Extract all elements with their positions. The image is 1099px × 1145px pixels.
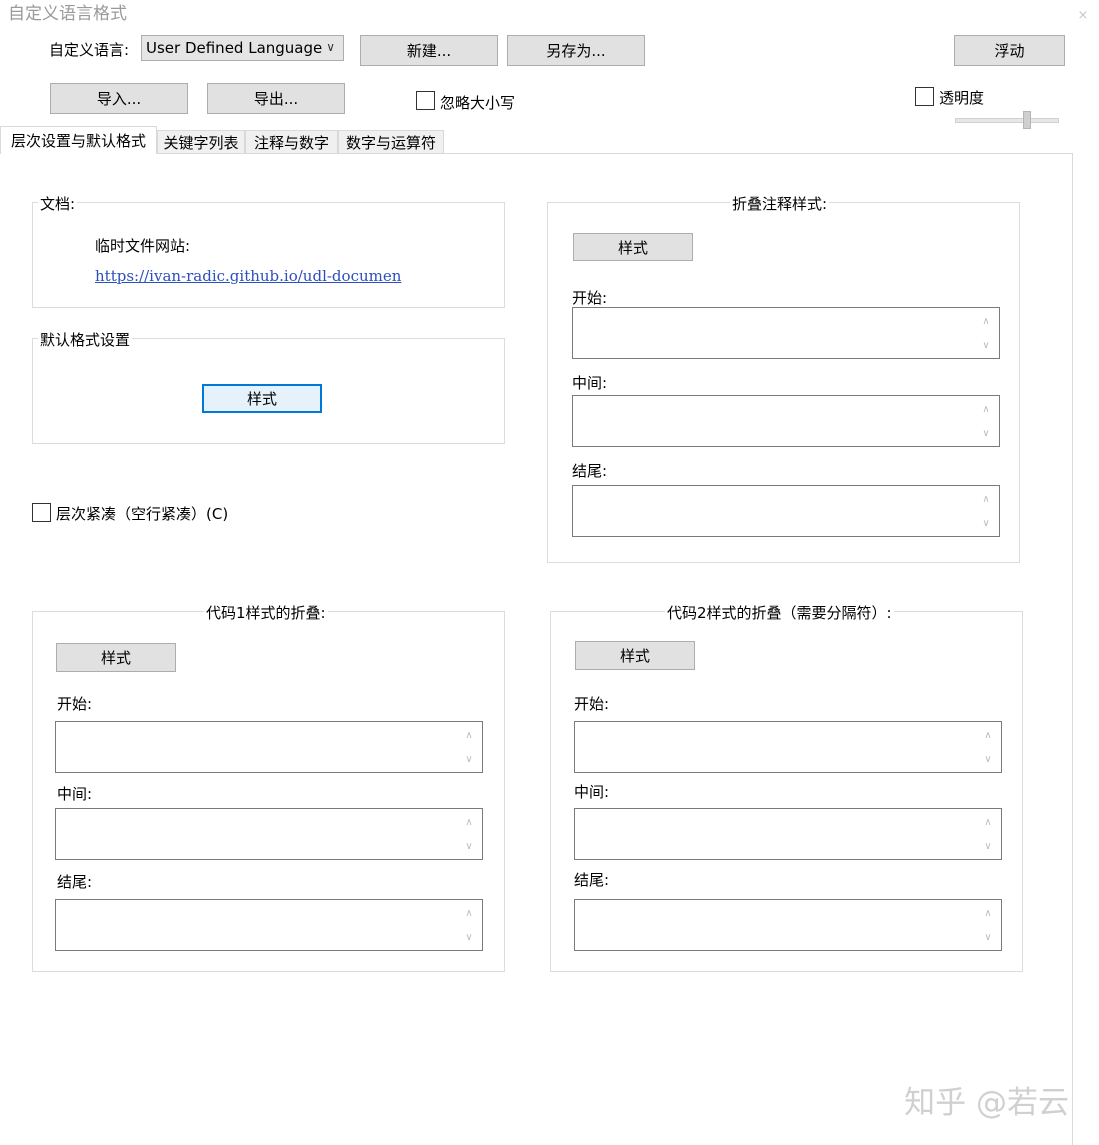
fold-comment-open-label: 开始: xyxy=(572,289,608,307)
fold-code1-legend: 代码1样式的折叠: xyxy=(204,602,328,623)
chevron-up-icon[interactable]: ∧ xyxy=(456,810,482,834)
export-button[interactable]: 导出... xyxy=(207,83,345,114)
chevron-down-icon[interactable]: ∨ xyxy=(975,834,1001,858)
save-as-button[interactable]: 另存为... xyxy=(507,35,645,66)
fold-code2-middle-field[interactable]: ∧ ∨ xyxy=(574,808,1002,860)
chevron-down-icon[interactable]: ∨ xyxy=(973,333,999,357)
transparency-slider-track[interactable] xyxy=(955,118,1059,123)
scrollbar[interactable]: ∧ ∨ xyxy=(973,486,999,536)
chevron-down-icon: ∨ xyxy=(326,40,335,54)
fold-code1-close-field[interactable]: ∧ ∨ xyxy=(55,899,483,951)
chevron-down-icon[interactable]: ∨ xyxy=(456,747,482,771)
import-button[interactable]: 导入... xyxy=(50,83,188,114)
language-label: 自定义语言: xyxy=(49,41,130,59)
chevron-up-icon[interactable]: ∧ xyxy=(973,309,999,333)
chevron-up-icon[interactable]: ∧ xyxy=(456,723,482,747)
documentation-link[interactable]: https://ivan-radic.github.io/udl-documen xyxy=(95,267,401,285)
language-select[interactable]: User Defined Language ∨ xyxy=(141,35,344,61)
transparency-label: 透明度 xyxy=(939,89,985,107)
chevron-down-icon[interactable]: ∨ xyxy=(975,747,1001,771)
fold-comment-close-label: 结尾: xyxy=(572,462,608,480)
transparency-checkbox[interactable] xyxy=(915,87,934,106)
chevron-up-icon[interactable]: ∧ xyxy=(975,810,1001,834)
fold-code2-close-field[interactable]: ∧ ∨ xyxy=(574,899,1002,951)
fold-code1-middle-field[interactable]: ∧ ∨ xyxy=(55,808,483,860)
dock-button[interactable]: 浮动 xyxy=(954,35,1065,66)
fold-code1-open-field[interactable]: ∧ ∨ xyxy=(55,721,483,773)
fold-code2-open-field[interactable]: ∧ ∨ xyxy=(574,721,1002,773)
tab-comment-number[interactable]: 注释与数字 xyxy=(245,130,338,154)
chevron-up-icon[interactable]: ∧ xyxy=(975,901,1001,925)
window-title: 自定义语言格式 xyxy=(8,4,127,24)
fold-code1-style-button[interactable]: 样式 xyxy=(56,643,176,672)
default-style-legend: 默认格式设置 xyxy=(38,329,133,350)
scrollbar[interactable]: ∧ ∨ xyxy=(973,308,999,358)
fold-code1-middle-label: 中间: xyxy=(57,785,93,803)
chevron-up-icon[interactable]: ∧ xyxy=(973,397,999,421)
ignore-case-checkbox[interactable] xyxy=(416,91,435,110)
fold-comment-middle-field[interactable]: ∧ ∨ xyxy=(572,395,1000,447)
fold-code2-close-label: 结尾: xyxy=(574,871,610,889)
close-icon[interactable]: × xyxy=(1071,3,1095,27)
chevron-down-icon[interactable]: ∨ xyxy=(456,834,482,858)
fold-comment-close-field[interactable]: ∧ ∨ xyxy=(572,485,1000,537)
chevron-down-icon[interactable]: ∨ xyxy=(456,925,482,949)
chevron-down-icon[interactable]: ∨ xyxy=(973,511,999,535)
scrollbar[interactable]: ∧ ∨ xyxy=(975,900,1001,950)
chevron-up-icon[interactable]: ∧ xyxy=(975,723,1001,747)
fold-code2-style-button[interactable]: 样式 xyxy=(575,641,695,670)
scrollbar[interactable]: ∧ ∨ xyxy=(456,722,482,772)
new-button[interactable]: 新建... xyxy=(360,35,498,66)
chevron-down-icon[interactable]: ∨ xyxy=(975,925,1001,949)
fold-code2-middle-label: 中间: xyxy=(574,783,610,801)
scrollbar[interactable]: ∧ ∨ xyxy=(973,396,999,446)
chevron-up-icon[interactable]: ∧ xyxy=(973,487,999,511)
scrollbar[interactable]: ∧ ∨ xyxy=(975,722,1001,772)
compact-label: 层次紧凑（空行紧凑）(C) xyxy=(56,505,229,523)
fold-comment-middle-label: 中间: xyxy=(572,374,608,392)
tab-keywords[interactable]: 关键字列表 xyxy=(157,130,245,154)
fold-comment-open-field[interactable]: ∧ ∨ xyxy=(572,307,1000,359)
scrollbar[interactable]: ∧ ∨ xyxy=(456,809,482,859)
transparency-slider-thumb[interactable] xyxy=(1023,111,1031,129)
tab-folder-default[interactable]: 层次设置与默认格式 xyxy=(0,126,157,154)
fold-code2-open-label: 开始: xyxy=(574,695,610,713)
scrollbar[interactable]: ∧ ∨ xyxy=(975,809,1001,859)
compact-checkbox[interactable] xyxy=(32,503,51,522)
fold-code1-open-label: 开始: xyxy=(57,695,93,713)
tab-operators[interactable]: 数字与运算符 xyxy=(338,130,444,154)
fold-code2-legend: 代码2样式的折叠（需要分隔符）: xyxy=(665,602,894,623)
chevron-down-icon[interactable]: ∨ xyxy=(973,421,999,445)
default-style-button[interactable]: 样式 xyxy=(202,384,322,413)
watermark: 知乎 @若云 xyxy=(904,1085,1069,1121)
fold-code1-close-label: 结尾: xyxy=(57,873,93,891)
documentation-legend: 文档: xyxy=(38,193,78,214)
ignore-case-label: 忽略大小写 xyxy=(440,94,516,112)
temp-site-label: 临时文件网站: xyxy=(95,237,191,255)
fold-comment-legend: 折叠注释样式: xyxy=(730,193,830,214)
fold-comment-style-button[interactable]: 样式 xyxy=(573,233,693,261)
language-select-value: User Defined Language xyxy=(146,39,323,57)
scrollbar[interactable]: ∧ ∨ xyxy=(456,900,482,950)
chevron-up-icon[interactable]: ∧ xyxy=(456,901,482,925)
